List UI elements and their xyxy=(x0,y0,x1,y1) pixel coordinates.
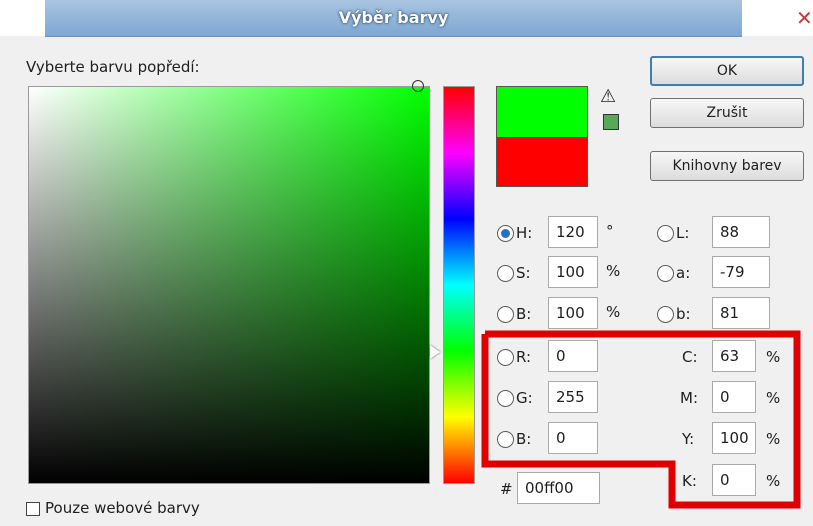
highlight-outline xyxy=(481,330,801,509)
web-colors-only-checkbox[interactable] xyxy=(26,502,40,516)
web-colors-only-label: Pouze webové barvy xyxy=(45,499,200,517)
